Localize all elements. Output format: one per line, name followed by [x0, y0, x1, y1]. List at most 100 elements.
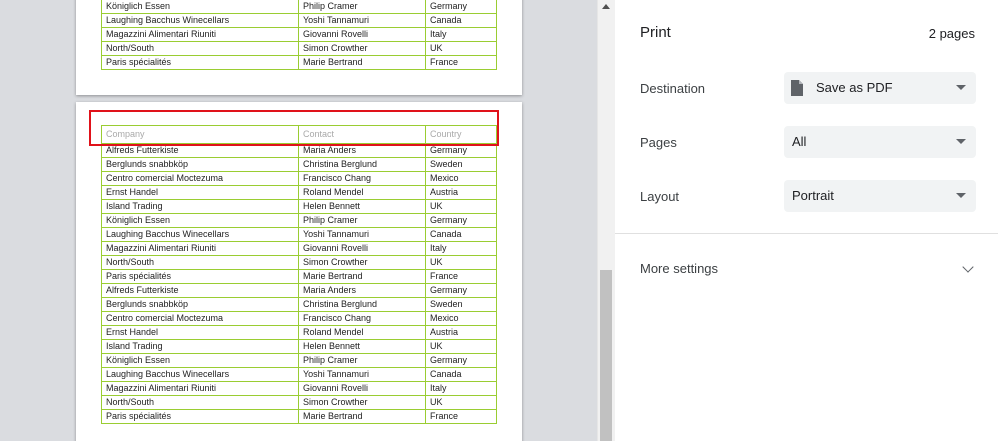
cell-country: France: [425, 55, 497, 70]
cell-contact: Giovanni Rovelli: [298, 27, 426, 42]
cell-company: Paris spécialités: [101, 409, 299, 424]
cell-contact: Helen Bennett: [298, 339, 426, 354]
destination-value: Save as PDF: [816, 80, 893, 95]
divider: [615, 233, 998, 234]
preview-scrollbar[interactable]: [597, 0, 615, 441]
cell-country: Italy: [425, 27, 497, 42]
cell-company: Ernst Handel: [101, 185, 299, 200]
cell-contact: Yoshi Tannamuri: [298, 227, 426, 242]
cell-company: North/South: [101, 395, 299, 410]
layout-select[interactable]: Portrait: [784, 180, 976, 212]
cell-company: Centro comercial Moctezuma: [101, 171, 299, 186]
table-row: Paris spécialités Marie Bertrand France: [101, 55, 497, 70]
cell-country: UK: [425, 339, 497, 354]
cell-country: France: [425, 409, 497, 424]
scroll-up-arrow-icon[interactable]: [602, 4, 610, 9]
cell-country: Germany: [425, 0, 497, 14]
cell-company: Magazzini Alimentari Riuniti: [101, 27, 299, 42]
pages-count: 2 pages: [928, 26, 975, 41]
cell-company: Island Trading: [101, 339, 299, 354]
cell-company: North/South: [101, 255, 299, 270]
cell-contact: Giovanni Rovelli: [298, 241, 426, 256]
table-row: Magazzini Alimentari Riuniti Giovanni Rov…: [101, 241, 497, 256]
cell-company: Centro comercial Moctezuma: [101, 311, 299, 326]
cell-country: UK: [425, 255, 497, 270]
cell-country: Germany: [425, 353, 497, 368]
cell-country: Mexico: [425, 171, 497, 186]
cell-contact: Christina Berglund: [298, 297, 426, 312]
table-row: Laughing Bacchus Winecellars Yoshi Tannam…: [101, 367, 497, 382]
table-row: Königlich Essen Philip Cramer Germany: [101, 0, 497, 14]
cell-country: Austria: [425, 185, 497, 200]
scroll-thumb[interactable]: [600, 270, 612, 441]
cell-company: Berglunds snabbköp: [101, 157, 299, 172]
cell-country: UK: [425, 41, 497, 56]
cell-country: Sweden: [425, 297, 497, 312]
header-highlight-box: [89, 110, 499, 146]
cell-contact: Roland Mendel: [298, 325, 426, 340]
cell-contact: Philip Cramer: [298, 353, 426, 368]
cell-country: Italy: [425, 381, 497, 396]
pages-label: Pages: [640, 135, 677, 150]
cell-contact: Giovanni Rovelli: [298, 381, 426, 396]
print-preview-area: Königlich Essen Philip Cramer Germany Laugh…: [0, 0, 597, 441]
more-settings-toggle[interactable]: More settings: [640, 261, 718, 276]
cell-country: Germany: [425, 283, 497, 298]
preview-page-2: Company Contact Country Alfreds Futterki…: [76, 102, 522, 441]
pages-select[interactable]: All: [784, 126, 976, 158]
cell-country: France: [425, 269, 497, 284]
table-row: Island Trading Helen Bennett UK: [101, 199, 497, 214]
cell-contact: Yoshi Tannamuri: [298, 13, 426, 28]
cell-contact: Yoshi Tannamuri: [298, 367, 426, 382]
cell-company: Laughing Bacchus Winecellars: [101, 13, 299, 28]
cell-country: Sweden: [425, 157, 497, 172]
table-row: Magazzini Alimentari Riuniti Giovanni Rov…: [101, 27, 497, 42]
destination-select[interactable]: Save as PDF: [784, 72, 976, 104]
cell-company: Paris spécialités: [101, 55, 299, 70]
cell-country: Mexico: [425, 311, 497, 326]
cell-country: UK: [425, 395, 497, 410]
cell-contact: Christina Berglund: [298, 157, 426, 172]
cell-contact: Roland Mendel: [298, 185, 426, 200]
cell-contact: Philip Cramer: [298, 0, 426, 14]
cell-country: Austria: [425, 325, 497, 340]
dropdown-arrow-icon: [956, 85, 966, 90]
cell-company: Berglunds snabbköp: [101, 297, 299, 312]
cell-company: Laughing Bacchus Winecellars: [101, 367, 299, 382]
cell-company: Königlich Essen: [101, 0, 299, 14]
cell-contact: Marie Bertrand: [298, 55, 426, 70]
layout-label: Layout: [640, 189, 680, 204]
cell-country: Canada: [425, 227, 497, 242]
cell-company: Island Trading: [101, 199, 299, 214]
chevron-down-icon[interactable]: [962, 261, 974, 273]
table-row: Alfreds Futterkiste Maria Anders Germany: [101, 283, 497, 298]
cell-contact: Francisco Chang: [298, 171, 426, 186]
cell-contact: Simon Crowther: [298, 255, 426, 270]
cell-company: Magazzini Alimentari Riuniti: [101, 241, 299, 256]
cell-country: Germany: [425, 213, 497, 228]
table-row: North/South Simon Crowther UK: [101, 255, 497, 270]
table-row: Berglunds snabbköp Christina Berglund Swed…: [101, 297, 497, 312]
layout-value: Portrait: [792, 188, 834, 203]
print-settings-panel: Print 2 pages Destination Save as PDF Pa…: [615, 0, 998, 441]
cell-contact: Simon Crowther: [298, 41, 426, 56]
cell-company: Königlich Essen: [101, 353, 299, 368]
pages-value: All: [792, 134, 807, 149]
page1-table: Königlich Essen Philip Cramer Germany Laugh…: [101, 0, 497, 70]
table-row: Berglunds snabbköp Christina Berglund Swed…: [101, 157, 497, 172]
page2-table: Company Contact Country Alfreds Futterki…: [101, 125, 497, 424]
print-title: Print: [640, 24, 671, 41]
cell-contact: Philip Cramer: [298, 213, 426, 228]
table-row: North/South Simon Crowther UK: [101, 395, 497, 410]
table-row: Ernst Handel Roland Mendel Austria: [101, 185, 497, 200]
cell-contact: Simon Crowther: [298, 395, 426, 410]
cell-country: UK: [425, 199, 497, 214]
cell-company: Königlich Essen: [101, 213, 299, 228]
table-row: Paris spécialités Marie Bertrand France: [101, 269, 497, 284]
cell-contact: Francisco Chang: [298, 311, 426, 326]
cell-country: Canada: [425, 367, 497, 382]
table-row: Laughing Bacchus Winecellars Yoshi Tannam…: [101, 227, 497, 242]
cell-company: Ernst Handel: [101, 325, 299, 340]
cell-company: Magazzini Alimentari Riuniti: [101, 381, 299, 396]
table-row: Königlich Essen Philip Cramer Germany: [101, 353, 497, 368]
